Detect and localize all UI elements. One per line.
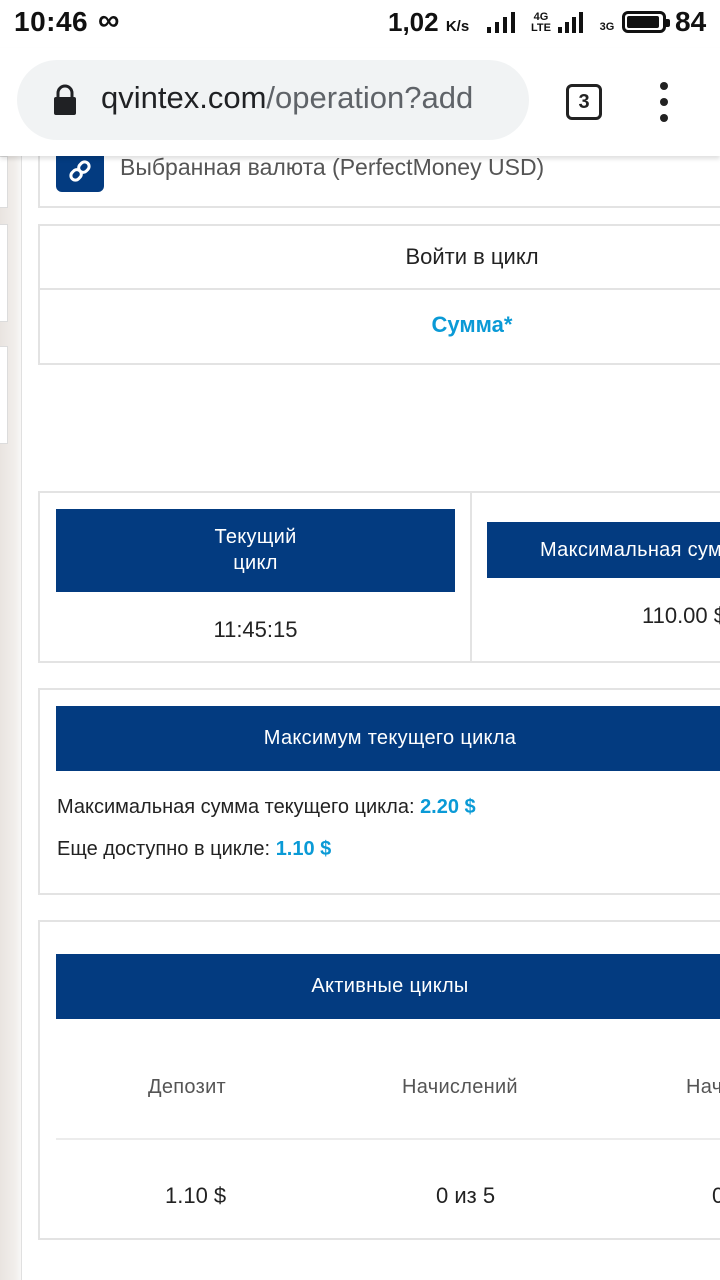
available-amount: 1.10 $ xyxy=(275,838,332,860)
url-path: /operation?add xyxy=(266,80,474,115)
active-cycles-header: Активные циклы xyxy=(56,954,720,1019)
network-speed-value: 1,02 xyxy=(388,7,439,37)
network-type-2: 3G xyxy=(599,21,615,33)
network-type-1: 4G LTE xyxy=(531,11,551,34)
max-sum-value: 110.00 $ xyxy=(642,603,720,628)
page-content: Выбранная валюта (PerfectMoney USD) Войт… xyxy=(0,156,720,1280)
max-sum-label: Максимальная сумма текущего цикла: xyxy=(57,796,415,818)
enter-cycle-card: Войти в цикл Сумма* xyxy=(38,224,720,365)
current-cycle-label-line1: Текущий xyxy=(214,526,297,548)
column-header-accrued: Начислено xyxy=(686,1076,720,1098)
cycle-info-card: Текущий цикл 11:45:15 Максимальная сумма… xyxy=(38,491,720,663)
active-cycles-card: Активные циклы Депозит Начислений Начисл… xyxy=(38,920,720,1240)
max-sum-header: Максимальная сумма xyxy=(487,522,720,578)
tab-switcher-button[interactable]: 3 xyxy=(566,84,602,120)
max-current-cycle-header: Максимум текущего цикла xyxy=(56,706,720,771)
network-speed: 1,02 K/s xyxy=(388,7,469,38)
current-cycle-label-line2: цикл xyxy=(233,552,278,574)
cell-signal-icon xyxy=(558,12,583,33)
browser-toolbar: qvintex.com/operation?add 3 xyxy=(0,48,720,156)
url-text[interactable]: qvintex.com/operation?add xyxy=(101,80,511,120)
accrued-cell: 0 xyxy=(712,1183,720,1208)
clock: 10:46 xyxy=(14,6,89,37)
side-panel-edge xyxy=(0,156,22,1280)
wifi-signal-icon xyxy=(487,12,515,33)
available-line: Еще доступно в цикле: 1.10 $ xyxy=(57,838,331,861)
link-icon xyxy=(56,156,104,192)
more-menu-icon[interactable] xyxy=(652,80,676,124)
available-label: Еще доступно в цикле: xyxy=(57,838,271,860)
max-sum-amount: 2.20 $ xyxy=(420,796,476,818)
accruals-cell: 0 из 5 xyxy=(436,1183,496,1208)
table-divider xyxy=(56,1138,720,1140)
sum-label: Сумма* xyxy=(431,312,513,337)
lock-icon xyxy=(54,84,76,115)
column-header-deposit: Депозит xyxy=(148,1076,226,1098)
current-cycle-header: Текущий цикл xyxy=(56,509,455,592)
column-header-accruals: Начислений xyxy=(402,1076,518,1098)
max-sum-line: Максимальная сумма текущего цикла: 2.20 … xyxy=(57,796,476,819)
infinity-icon: ∞ xyxy=(98,4,120,37)
deposit-cell: 1.10 $ xyxy=(165,1183,227,1208)
url-host: qvintex.com xyxy=(101,80,267,115)
current-cycle-value: 11:45:15 xyxy=(213,617,298,642)
battery-level: 84 xyxy=(675,6,707,37)
battery-icon xyxy=(622,11,670,33)
enter-cycle-title: Войти в цикл xyxy=(405,244,539,269)
selected-currency-label: Выбранная валюта (PerfectMoney USD) xyxy=(120,156,545,180)
network-speed-unit: K/s xyxy=(445,18,470,35)
divider xyxy=(470,493,472,661)
divider xyxy=(40,288,720,290)
status-bar: 10:46 ∞ 1,02 K/s 4G LTE 3G 84 xyxy=(0,0,720,48)
address-bar[interactable]: qvintex.com/operation?add xyxy=(17,60,529,140)
max-current-cycle-card: Максимум текущего цикла Максимальная сум… xyxy=(38,688,720,895)
currency-card: Выбранная валюта (PerfectMoney USD) xyxy=(38,156,720,208)
